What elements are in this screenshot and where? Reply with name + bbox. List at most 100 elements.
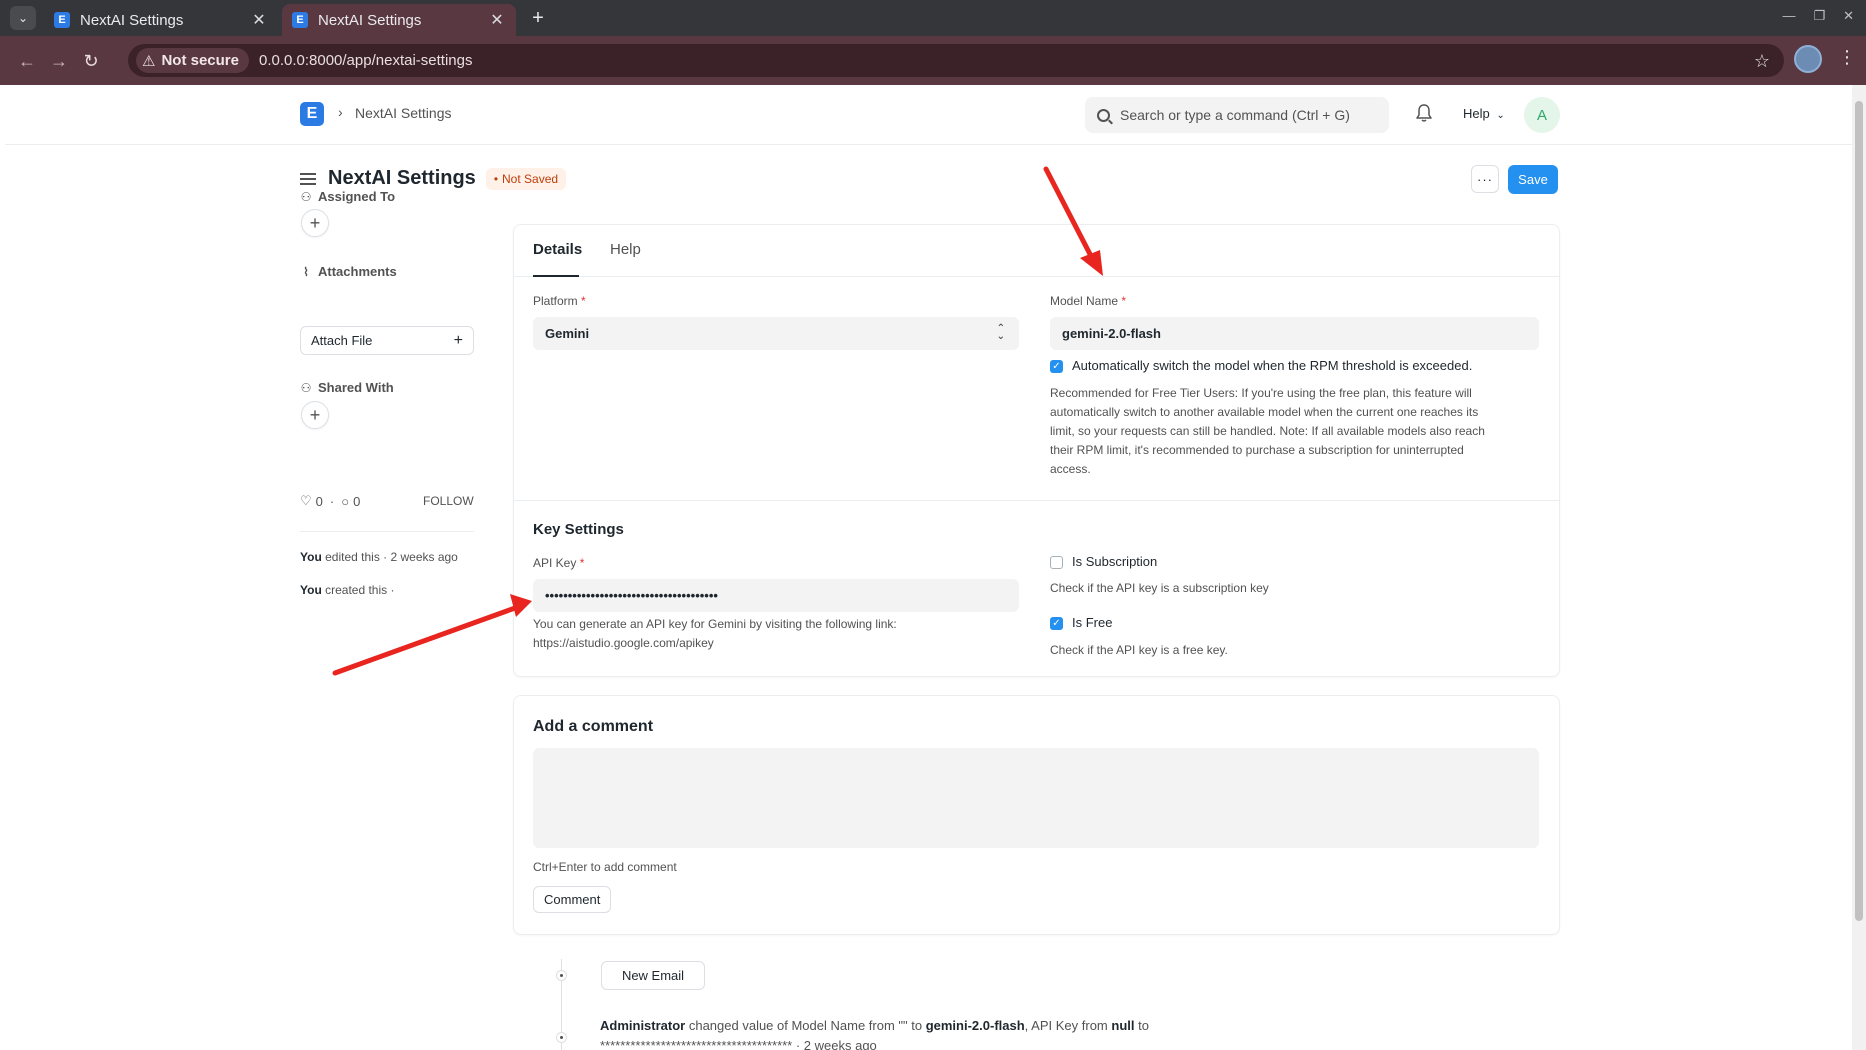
is-subscription-label: Is Subscription — [1072, 554, 1158, 569]
api-key-field[interactable]: •••••••••••••••••••••••••••••••••••••• — [533, 579, 1019, 612]
is-free-checkbox[interactable]: ✓ — [1050, 617, 1063, 630]
activity-text: created this · — [321, 583, 395, 597]
platform-value: Gemini — [545, 326, 590, 341]
select-updown-icon: ⌃ ⌄ — [996, 323, 1005, 342]
minimize-icon[interactable]: — — [1782, 8, 1795, 24]
awesomebar-search-input[interactable]: Search or type a command (Ctrl + G) — [1085, 97, 1389, 133]
browser-menu-icon[interactable]: ⋮ — [1838, 48, 1856, 66]
comment-card: Add a comment Ctrl+Enter to add comment … — [513, 695, 1560, 935]
status-badge: Not Saved — [485, 167, 567, 190]
app-logo[interactable]: E — [300, 102, 324, 126]
heart-icon[interactable]: ♡ — [300, 493, 312, 509]
warning-triangle-icon: ⚠ — [142, 52, 156, 70]
activity-text: edited this · 2 weeks ago — [321, 550, 458, 564]
comment-hint: Ctrl+Enter to add comment — [533, 860, 677, 874]
help-dropdown[interactable]: Help ⌄ — [1463, 106, 1505, 121]
tab-close-icon[interactable]: ✕ — [250, 11, 268, 29]
shared-with-text: Shared With — [318, 380, 394, 395]
likes-comments: ♡ 0 · ○ 0 — [300, 493, 360, 509]
tab-title: NextAI Settings — [80, 11, 184, 29]
attach-file-label: Attach File — [311, 333, 373, 348]
app-page: E › NextAI Settings Search or type a com… — [5, 85, 1852, 1050]
timeline-actor[interactable]: Administrator — [600, 1018, 685, 1033]
new-email-button[interactable]: New Email — [601, 961, 705, 990]
activity-user: You — [300, 583, 322, 597]
sidebar-toggle-icon[interactable] — [300, 172, 316, 185]
search-placeholder: Search or type a command (Ctrl + G) — [1120, 107, 1350, 123]
attachments-label: ⌇ Attachments — [300, 264, 397, 279]
timeline-dot — [556, 970, 567, 981]
user-icon: ⚇ — [300, 189, 312, 204]
activity-edited: You edited this · 2 weeks ago — [300, 550, 458, 564]
activity-user: You — [300, 550, 322, 564]
browser-tab-2-active[interactable]: E NextAI Settings ✕ — [282, 4, 516, 36]
more-actions-button[interactable]: ··· — [1471, 165, 1499, 193]
comment-button[interactable]: Comment — [533, 886, 612, 913]
model-name-field[interactable]: gemini-2.0-flash — [1050, 317, 1539, 350]
form-tabs: Details Help — [514, 225, 1559, 277]
add-assignee-button[interactable]: + — [301, 209, 329, 237]
help-label: Help — [1463, 106, 1490, 121]
timeline-entry-line2: ************************************** ·… — [600, 1038, 877, 1050]
page-title: NextAI Settings — [328, 167, 476, 189]
url-text[interactable]: 0.0.0.0:8000/app/nextai-settings — [259, 52, 473, 69]
comments-count: 0 — [353, 493, 361, 509]
api-key-description: You can generate an API key for Gemini b… — [533, 615, 1019, 653]
window-controls: — ❐ ✕ — [1782, 8, 1854, 24]
breadcrumb[interactable]: NextAI Settings — [355, 105, 452, 121]
plus-icon: + — [453, 331, 463, 349]
forward-arrow-icon[interactable]: → — [46, 48, 72, 74]
chevron-right-icon: › — [338, 104, 343, 120]
bookmark-star-icon[interactable]: ☆ — [1754, 51, 1770, 72]
timeline-entry: Administrator changed value of Model Nam… — [600, 1016, 1149, 1050]
tab-title: NextAI Settings — [318, 11, 422, 29]
section-divider — [514, 500, 1559, 501]
tab-close-icon[interactable]: ✕ — [488, 11, 506, 29]
profile-avatar-icon[interactable] — [1794, 45, 1822, 73]
window-close-icon[interactable]: ✕ — [1843, 8, 1854, 24]
timeline-dot — [556, 1032, 567, 1043]
add-share-button[interactable]: + — [301, 401, 329, 429]
comment-input[interactable] — [533, 748, 1539, 848]
reload-icon[interactable]: ↻ — [78, 48, 104, 74]
attachments-text: Attachments — [318, 264, 397, 279]
likes-count: 0 — [315, 493, 323, 509]
browser-tab-1[interactable]: E NextAI Settings ✕ — [44, 4, 278, 36]
frappe-favicon-icon: E — [292, 12, 308, 28]
security-chip[interactable]: ⚠ Not secure — [136, 48, 249, 73]
separator-dot: · — [329, 493, 335, 509]
page-head: NextAI Settings Not Saved — [300, 167, 567, 190]
new-tab-icon[interactable]: + — [526, 6, 550, 30]
app-navbar: E › NextAI Settings Search or type a com… — [5, 85, 1852, 145]
tab-help[interactable]: Help — [610, 241, 641, 258]
frappe-favicon-icon: E — [54, 12, 70, 28]
attach-file-button[interactable]: Attach File + — [300, 326, 474, 355]
back-arrow-icon[interactable]: ← — [14, 48, 40, 74]
platform-select[interactable]: Gemini ⌃ ⌄ — [533, 317, 1019, 350]
security-label: Not secure — [161, 52, 239, 69]
auto-switch-description: Recommended for Free Tier Users: If you'… — [1050, 386, 1485, 476]
notification-bell-icon[interactable] — [1415, 103, 1433, 123]
scrollbar-thumb[interactable] — [1855, 101, 1863, 921]
address-bar[interactable]: ⚠ Not secure 0.0.0.0:8000/app/nextai-set… — [128, 44, 1784, 77]
active-tab-indicator — [533, 275, 579, 277]
shared-with-label: ⚇ Shared With — [300, 380, 394, 395]
comment-icon[interactable]: ○ — [341, 494, 349, 509]
activity-created: You created this · — [300, 583, 394, 597]
tab-search-button[interactable]: ⌄ — [10, 6, 36, 30]
user-avatar[interactable]: A — [1524, 97, 1560, 133]
paperclip-icon: ⌇ — [303, 264, 309, 279]
follow-button[interactable]: FOLLOW — [423, 494, 474, 508]
auto-switch-checkbox[interactable]: ✓ — [1050, 360, 1063, 373]
tab-details[interactable]: Details — [533, 241, 582, 258]
browser-tab-strip: ⌄ E NextAI Settings ✕ E NextAI Settings … — [0, 0, 1866, 36]
save-button[interactable]: Save — [1508, 165, 1558, 194]
model-name-label: Model Name * — [1050, 294, 1127, 308]
maximize-icon[interactable]: ❐ — [1813, 8, 1825, 24]
is-free-label: Is Free — [1072, 615, 1113, 630]
page-scrollbar[interactable] — [1852, 85, 1866, 1050]
apikey-link[interactable]: https://aistudio.google.com/apikey — [533, 634, 1019, 653]
assigned-to-label: ⚇ Assigned To — [300, 189, 395, 204]
is-subscription-checkbox[interactable] — [1050, 556, 1063, 569]
is-subscription-description: Check if the API key is a subscription k… — [1050, 581, 1269, 595]
